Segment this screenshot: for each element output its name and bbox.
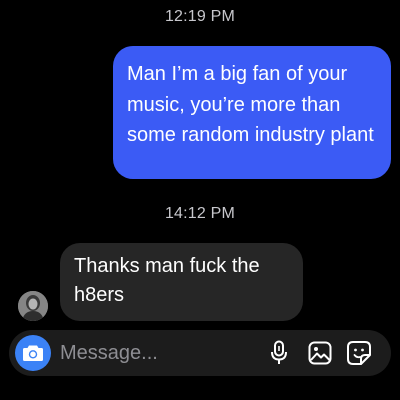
camera-icon (23, 345, 43, 361)
camera-button[interactable] (15, 335, 51, 371)
message-timestamp: 12:19 PM (164, 8, 236, 25)
message-input[interactable] (60, 339, 260, 367)
avatar-image (18, 291, 48, 321)
microphone-icon (271, 340, 287, 364)
message-timestamp: 14:12 PM (164, 205, 236, 222)
sticker-button[interactable] (345, 339, 373, 367)
incoming-message-bubble[interactable]: Thanks man fuck the h8ers (60, 243, 303, 321)
voice-message-button[interactable] (265, 339, 293, 367)
gallery-button[interactable] (306, 339, 334, 367)
sticker-icon (347, 341, 371, 365)
outgoing-message-bubble[interactable]: Man I’m a big fan of your music, you’re … (113, 46, 391, 179)
message-text: Man I’m a big fan of your music, you’re … (127, 63, 374, 146)
gallery-icon (308, 341, 332, 365)
contact-avatar[interactable] (18, 291, 48, 321)
message-composer (9, 330, 391, 376)
message-text: Thanks man fuck the h8ers (74, 255, 260, 306)
